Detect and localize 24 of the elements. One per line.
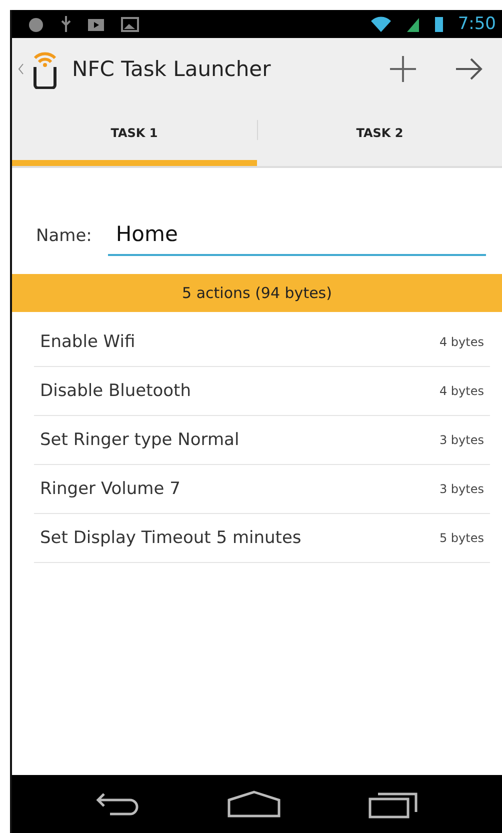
back-caret-icon[interactable] [18,63,24,75]
status-time: 7:50 [458,14,496,34]
action-size: 5 bytes [439,531,484,545]
task-tab[interactable]: TASK 1 [12,100,256,166]
task-tab[interactable]: TASK 2 [258,100,502,166]
action-name[interactable]: Set Display Timeout 5 minutes [40,528,302,548]
name-label: Name: [36,226,92,248]
action-name[interactable]: Set Ringer type Normal [40,430,240,450]
action-size: 3 bytes [439,433,484,447]
image-icon [120,15,140,33]
home-button[interactable] [226,790,281,818]
wifi-icon [370,15,392,33]
battery-icon [434,15,444,33]
name-input-field[interactable]: Home [108,222,486,256]
usb-icon [60,15,72,33]
action-size: 3 bytes [439,482,484,496]
action-name[interactable]: Ringer Volume 7 [40,479,180,499]
action-name[interactable]: Enable Wifi [40,332,136,352]
app-title: NFC Task Launcher [72,57,271,81]
action-size: 4 bytes [439,335,484,349]
actions-summary-bar: 5 actions (94 bytes) [12,274,502,312]
action-name[interactable]: Disable Bluetooth [40,381,191,401]
back-button[interactable] [96,791,140,817]
action-size: 4 bytes [439,384,484,398]
